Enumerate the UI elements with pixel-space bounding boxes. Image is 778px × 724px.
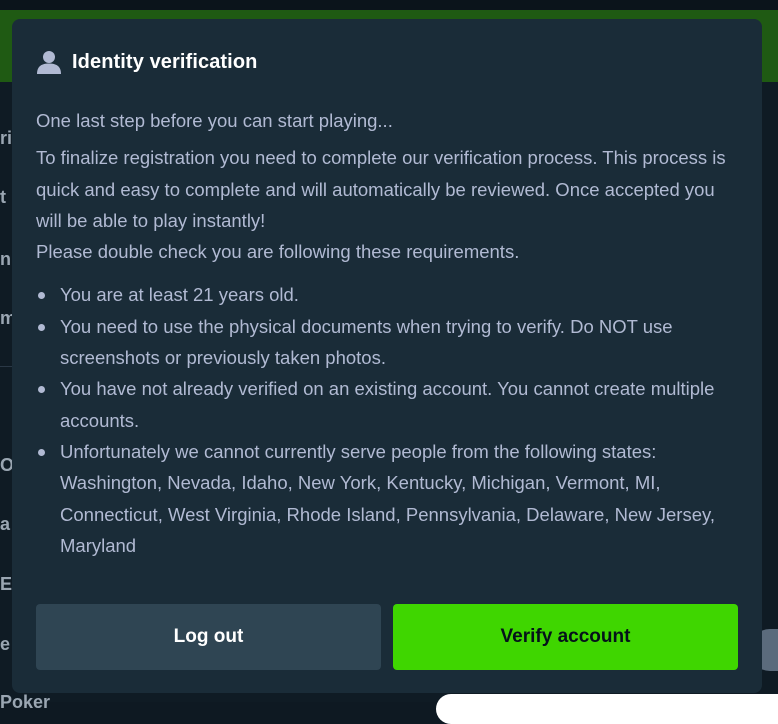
bullet-icon xyxy=(38,386,45,394)
list-item: You need to use the physical documents w… xyxy=(36,311,741,374)
description-text: To finalize registration you need to com… xyxy=(36,147,726,231)
sidebar-fragment[interactable]: ri xyxy=(0,128,12,149)
modal-header: Identity verification xyxy=(36,49,257,75)
log-out-button[interactable]: Log out xyxy=(36,604,381,670)
top-bar xyxy=(0,0,778,10)
sidebar-fragment[interactable]: O xyxy=(0,455,12,476)
verify-account-button[interactable]: Verify account xyxy=(393,604,738,670)
bullet-icon xyxy=(38,448,45,456)
requirement-text: You are at least 21 years old. xyxy=(60,284,299,306)
identity-verification-modal: Identity verification One last step befo… xyxy=(12,19,762,693)
intro-text: One last step before you can start playi… xyxy=(36,110,393,131)
requirement-text: You have not already verified on an exis… xyxy=(60,378,715,431)
list-item: You are at least 21 years old. xyxy=(36,279,741,310)
sidebar-fragment[interactable]: m xyxy=(0,308,12,329)
sidebar-fragment[interactable]: n xyxy=(0,249,12,270)
list-item: Unfortunately we cannot currently serve … xyxy=(36,436,741,561)
user-icon xyxy=(37,51,61,74)
sidebar-fragment[interactable]: a xyxy=(0,514,12,535)
requirement-text: You need to use the physical documents w… xyxy=(60,315,673,369)
requirement-text: Unfortunately we cannot currently serve … xyxy=(60,440,716,556)
sidebar-fragment[interactable]: Poker xyxy=(0,692,60,713)
requirements-list: You are at least 21 years old. You need … xyxy=(36,279,741,561)
requirements-intro-text: Please double check you are following th… xyxy=(36,241,520,263)
bullet-icon xyxy=(38,292,45,300)
list-item: You have not already verified on an exis… xyxy=(36,373,741,436)
modal-body: One last step before you can start playi… xyxy=(36,105,741,561)
sidebar-fragment[interactable]: E xyxy=(0,574,12,595)
sidebar-fragment[interactable]: e xyxy=(0,634,12,655)
floating-widget[interactable] xyxy=(436,694,778,724)
modal-title: Identity verification xyxy=(72,50,258,73)
bullet-icon xyxy=(38,323,45,331)
sidebar-fragment[interactable]: t xyxy=(0,187,12,208)
